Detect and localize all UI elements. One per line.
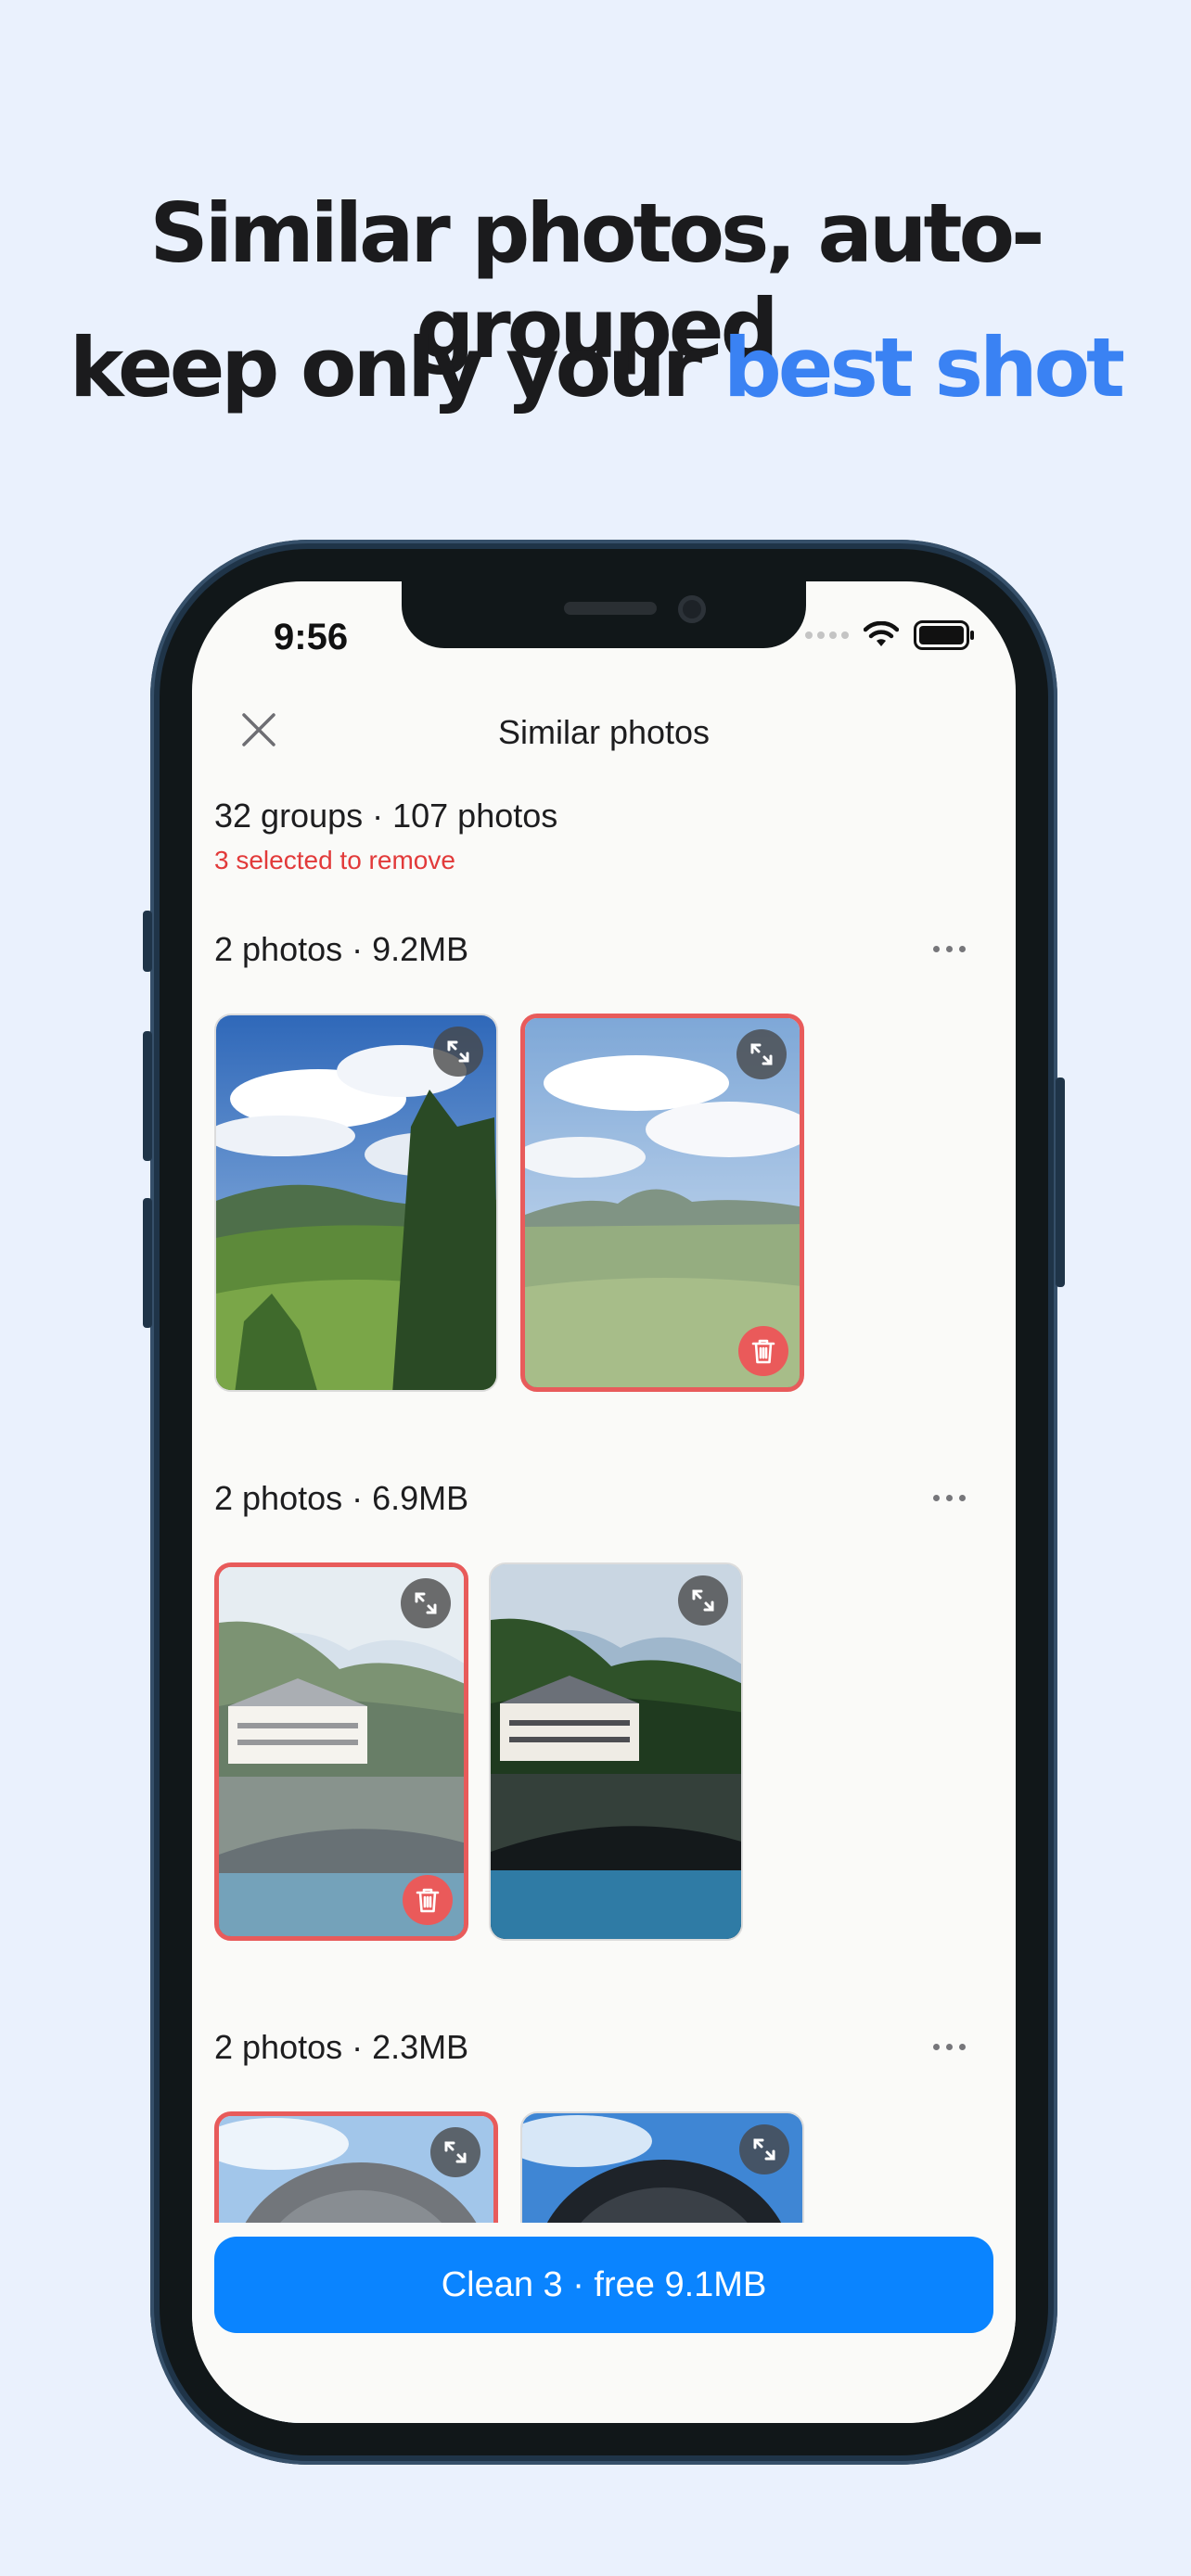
selected-count: 3 selected to remove <box>214 846 455 874</box>
more-options-icon[interactable] <box>923 1488 975 1507</box>
group-summary: 32 groups · 107 photos <box>214 797 558 835</box>
speaker <box>564 602 657 615</box>
trash-icon[interactable] <box>403 1875 453 1925</box>
more-options-icon[interactable] <box>923 939 975 958</box>
photo-thumbnail[interactable] <box>489 1562 743 1941</box>
expand-icon[interactable] <box>401 1578 451 1628</box>
headline-accent: best shot <box>723 320 1125 415</box>
headline-line-2: keep only your best shot <box>0 320 1191 415</box>
status-icons <box>805 620 975 650</box>
notch <box>402 581 806 648</box>
photo-thumbnail[interactable] <box>214 1014 498 1392</box>
cellular-dots-icon <box>805 631 849 639</box>
more-options-icon[interactable] <box>923 2037 975 2056</box>
phone-screen: 9:56 Similar photos 32 groups · 107 phot… <box>192 581 1016 2423</box>
group-header: 2 photos · 9.2MB <box>214 930 469 968</box>
trash-icon[interactable] <box>738 1326 788 1376</box>
status-time: 9:56 <box>274 617 349 657</box>
clean-button[interactable]: Clean 3 · free 9.1MB <box>214 2237 993 2333</box>
photo-thumbnail-selected[interactable] <box>214 1562 468 1941</box>
group-header: 2 photos · 2.3MB <box>214 2028 469 2066</box>
group-header: 2 photos · 6.9MB <box>214 1479 469 1517</box>
front-camera <box>678 595 706 623</box>
battery-icon <box>914 620 974 650</box>
expand-icon[interactable] <box>430 2127 480 2177</box>
page-title: Similar photos <box>497 713 711 751</box>
expand-icon[interactable] <box>739 2124 789 2174</box>
wifi-icon <box>864 621 899 646</box>
photo-thumbnail-selected[interactable] <box>520 1014 804 1392</box>
volume-up-button <box>143 1031 152 1161</box>
expand-icon[interactable] <box>433 1027 483 1077</box>
headline-line-2-prefix: keep only your <box>69 320 724 415</box>
power-button <box>1056 1078 1065 1287</box>
expand-icon[interactable] <box>736 1029 787 1079</box>
silent-switch <box>143 911 152 972</box>
volume-down-button <box>143 1198 152 1328</box>
expand-icon[interactable] <box>678 1575 728 1626</box>
